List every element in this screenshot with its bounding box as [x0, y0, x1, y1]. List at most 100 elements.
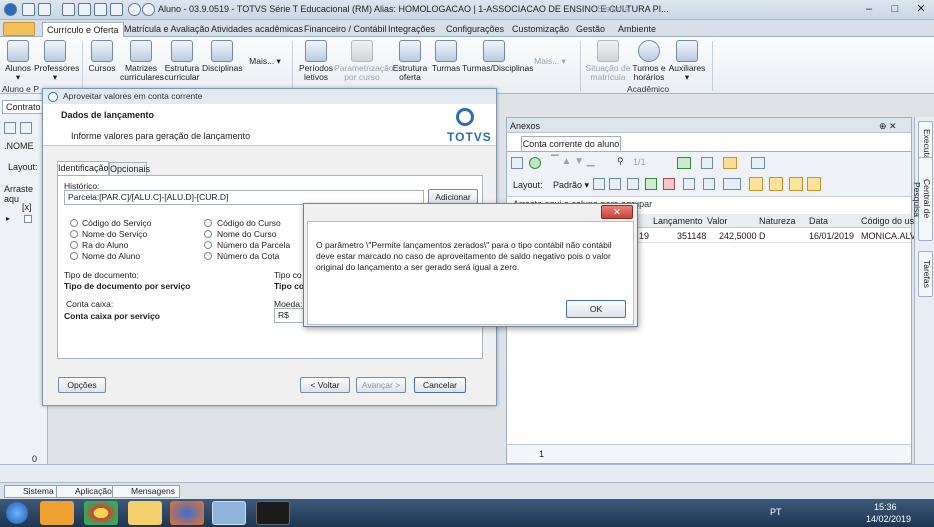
cursos-button[interactable]: Cursos: [86, 40, 118, 73]
export-icon[interactable]: [645, 178, 657, 190]
dialog-close-button[interactable]: ✕: [601, 205, 633, 219]
radio-nome-aluno[interactable]: [70, 252, 78, 260]
avancar-button[interactable]: Avançar >: [356, 377, 406, 393]
image-viewer-icon[interactable]: [256, 501, 290, 525]
refresh-icon[interactable]: [94, 3, 107, 16]
folder-icon[interactable]: [128, 501, 162, 525]
dropdown-icon[interactable]: [110, 3, 123, 16]
pin-close-buttons[interactable]: ⊕ ✕: [879, 121, 897, 132]
tipo-co-label: Tipo co: [274, 270, 302, 280]
view-icon-3[interactable]: [789, 177, 803, 191]
totvs-app-icon[interactable]: [212, 501, 246, 525]
col-valor[interactable]: Valor: [707, 216, 727, 226]
tab-conta-corrente[interactable]: Conta corrente do aluno: [521, 136, 621, 151]
maximize-button[interactable]: □: [882, 1, 908, 18]
minimize-button[interactable]: –: [856, 1, 882, 18]
dropdown-icon[interactable]: [38, 3, 51, 16]
grid-icon[interactable]: [609, 178, 621, 190]
tab-financeiro[interactable]: Financeiro / Contábil: [300, 22, 391, 37]
matrizes-button[interactable]: Matrizes curriculares: [120, 40, 164, 82]
radio-codigo-servico[interactable]: [70, 219, 78, 227]
chrome-icon[interactable]: [84, 501, 118, 525]
delete-icon[interactable]: [663, 178, 675, 190]
media-player-icon[interactable]: [40, 501, 74, 525]
radio-ra-aluno[interactable]: [70, 241, 78, 249]
save-icon[interactable]: [22, 3, 35, 16]
voltar-button[interactable]: < Voltar: [300, 377, 350, 393]
tab-matricula[interactable]: Matrícula e Avaliação: [120, 22, 213, 37]
module-mensagens[interactable]: Mensagens: [112, 485, 180, 498]
tab-tarefas[interactable]: Tarefas: [918, 251, 933, 297]
disciplinas-button[interactable]: Disciplinas: [202, 40, 243, 73]
new-icon[interactable]: [4, 122, 16, 134]
col-usuario[interactable]: Código do usu: [861, 216, 919, 226]
radio-nome-servico[interactable]: [70, 230, 78, 238]
estrutura-curricular-button[interactable]: Estrutura curricular: [162, 40, 202, 82]
print-icon[interactable]: [701, 157, 713, 169]
binoculars-icon[interactable]: ⚲: [617, 156, 624, 167]
tab-curriculo[interactable]: Currículo e Oferta: [42, 22, 124, 38]
file-menu-button[interactable]: [3, 22, 35, 36]
tab-configuracoes[interactable]: Configurações: [442, 22, 508, 37]
process-icon[interactable]: [677, 157, 691, 169]
anexos-header: Anexos ⊕ ✕: [507, 118, 911, 133]
filter-icon[interactable]: [627, 178, 639, 190]
view-icon-4[interactable]: [807, 177, 821, 191]
module-aplicacao[interactable]: Aplicação: [56, 485, 117, 498]
action-icon[interactable]: [723, 157, 737, 169]
radio-numero-cota[interactable]: [204, 252, 212, 260]
clock-time[interactable]: 15:36: [874, 502, 897, 512]
tab-opcionais[interactable]: Opcionais: [109, 162, 150, 175]
help-icon[interactable]: [142, 3, 155, 16]
tab-atividades[interactable]: Atividades acadêmicas: [207, 22, 307, 37]
tab-integracoes[interactable]: Integrações: [384, 22, 439, 37]
periodos-button[interactable]: Períodos letivos: [298, 40, 334, 82]
moeda-input[interactable]: R$: [274, 308, 304, 323]
start-button-icon[interactable]: [6, 502, 28, 524]
tab-contrato[interactable]: Contrato: [2, 100, 45, 114]
module-sistema[interactable]: Sistema: [4, 485, 59, 498]
window-icon[interactable]: [62, 3, 75, 16]
col-natureza[interactable]: Natureza: [759, 216, 796, 226]
tab-central-pesquisa[interactable]: Central de Pesquisa: [912, 157, 933, 241]
tab-gestao[interactable]: Gestão: [572, 22, 609, 37]
cancelar-button[interactable]: Cancelar: [414, 377, 466, 393]
turmas-disciplinas-button[interactable]: Turmas/Disciplinas: [462, 40, 533, 73]
col-lancamento[interactable]: Lançamento: [653, 216, 703, 226]
layout-select[interactable]: Padrão ▾: [553, 180, 589, 191]
radio-nome-curso[interactable]: [204, 230, 212, 238]
opcoes-button[interactable]: Opções: [58, 377, 106, 393]
refresh-icon[interactable]: [529, 157, 541, 169]
alunos-button[interactable]: Alunos ▾: [2, 40, 34, 82]
sum-icon[interactable]: [703, 178, 715, 190]
radio-numero-parcela[interactable]: [204, 241, 212, 249]
layout-save-icon[interactable]: [593, 178, 605, 190]
radio-codigo-curso[interactable]: [204, 219, 212, 227]
close-window-icon[interactable]: [78, 3, 91, 16]
tab-customizacao[interactable]: Customização: [508, 22, 573, 37]
row-checkbox[interactable]: [24, 215, 32, 223]
turnos-button[interactable]: Turnos e horários: [632, 40, 666, 82]
auxiliares-button[interactable]: Auxiliares ▾: [668, 40, 706, 82]
clock-date[interactable]: 14/02/2019: [866, 514, 911, 524]
globe-icon[interactable]: [128, 3, 141, 16]
chart-icon[interactable]: [723, 178, 741, 190]
turmas-button[interactable]: Turmas: [430, 40, 462, 73]
col-data[interactable]: Data: [809, 216, 828, 226]
close-button[interactable]: ✕: [908, 1, 934, 18]
professores-button[interactable]: Professores ▾: [34, 40, 79, 82]
anexos-icon[interactable]: [751, 157, 765, 169]
tab-ambiente[interactable]: Ambiente: [614, 22, 660, 37]
table-icon[interactable]: [683, 178, 695, 190]
mais-button[interactable]: Mais... ▾: [244, 57, 286, 66]
language-indicator[interactable]: PT: [770, 507, 782, 517]
estrutura-oferta-button[interactable]: Estrutura oferta: [392, 40, 428, 82]
edit-icon[interactable]: [20, 122, 32, 134]
tools-icon[interactable]: [511, 157, 523, 169]
view-icon-2[interactable]: [769, 177, 783, 191]
course-icon: [91, 40, 113, 62]
tab-identificacao[interactable]: Identificação: [57, 161, 109, 175]
ok-button[interactable]: OK: [566, 300, 626, 318]
view-icon[interactable]: [749, 177, 763, 191]
firefox-icon[interactable]: [170, 501, 204, 525]
